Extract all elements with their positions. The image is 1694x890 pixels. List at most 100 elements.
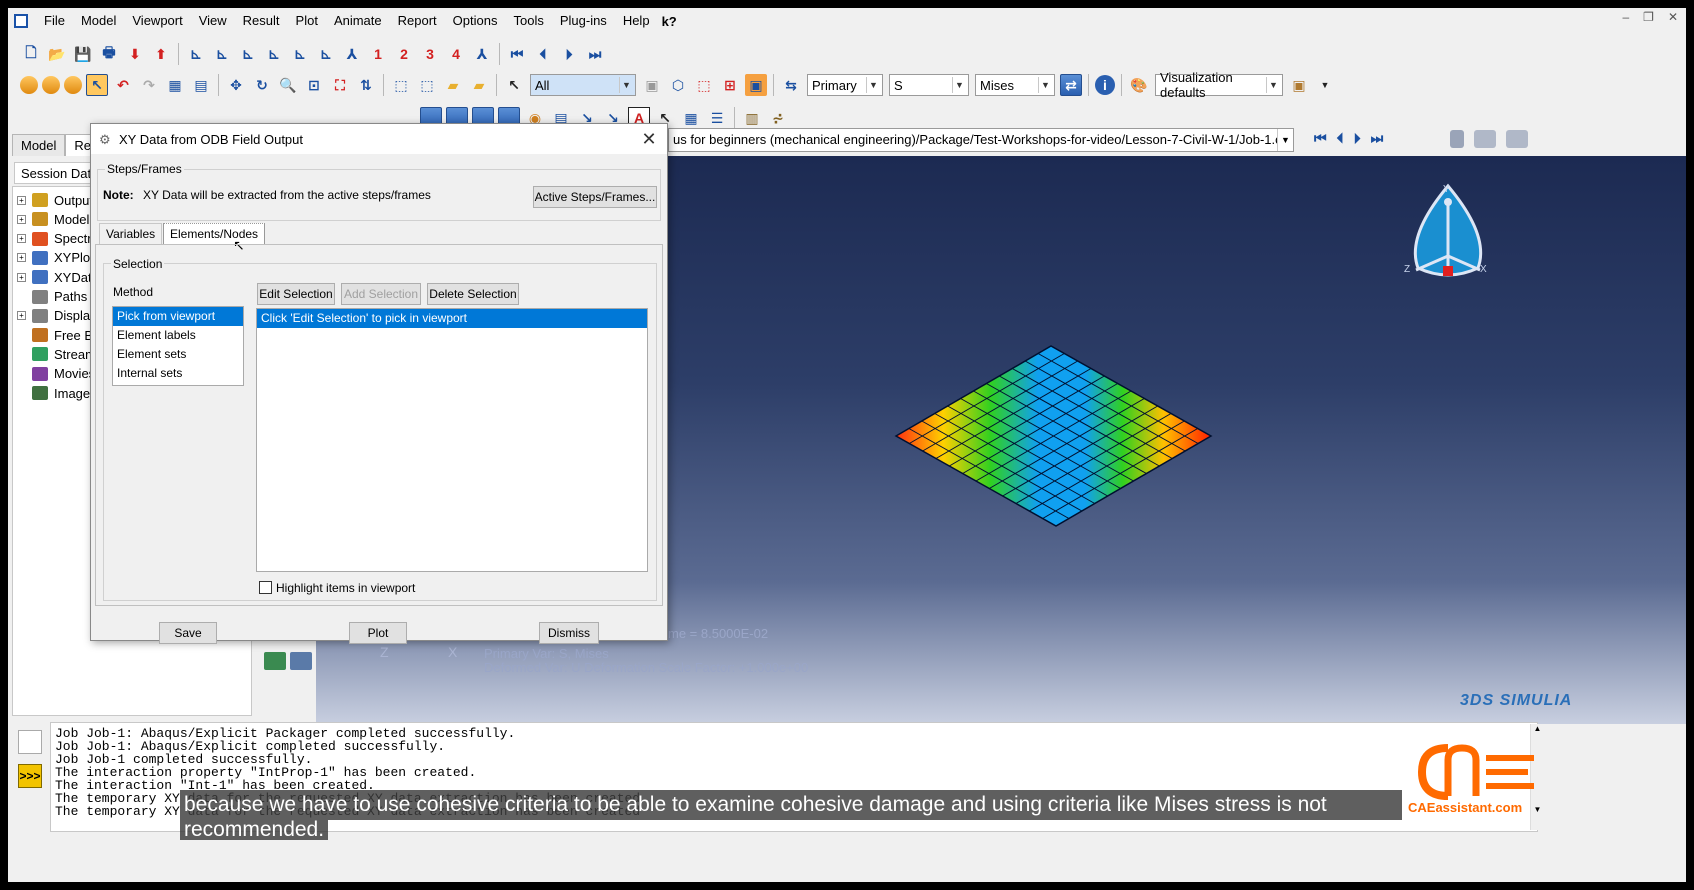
view-3-button[interactable]: 3 bbox=[419, 43, 441, 65]
tree-item[interactable]: + Display bbox=[17, 307, 97, 325]
select-arrow-icon[interactable]: ↖ bbox=[503, 74, 525, 96]
create-display-group-icon[interactable]: ⬚ bbox=[693, 74, 715, 96]
magnify-icon[interactable]: 🔍 bbox=[277, 74, 299, 96]
layers-icon[interactable] bbox=[264, 652, 286, 670]
kernel-command-icon[interactable]: >>> bbox=[18, 764, 42, 788]
menu-plot[interactable]: Plot bbox=[288, 10, 326, 32]
tree-item[interactable]: + XYPlots bbox=[17, 249, 100, 267]
wireframe-icon[interactable]: ⬚ bbox=[390, 74, 412, 96]
close-window-icon[interactable]: ✕ bbox=[1668, 10, 1678, 24]
tree-item[interactable]: + XYData bbox=[17, 268, 99, 286]
method-option[interactable]: Pick from viewport bbox=[113, 307, 243, 326]
hidden-line-icon[interactable]: ⬚ bbox=[416, 74, 438, 96]
tree-item[interactable]: Images bbox=[17, 384, 97, 402]
sync-icon[interactable]: ⇄ bbox=[1060, 74, 1082, 96]
tab-model[interactable]: Model bbox=[12, 134, 66, 156]
table-icon[interactable]: ▤ bbox=[190, 74, 212, 96]
menu-report[interactable]: Report bbox=[390, 10, 445, 32]
tree-item[interactable]: Movies bbox=[17, 365, 95, 383]
flip-icon[interactable]: ⇅ bbox=[355, 74, 377, 96]
whats-this-icon[interactable]: k? bbox=[662, 14, 677, 29]
view-zx-icon[interactable]: ⊾ bbox=[289, 43, 311, 65]
pick-tool-icon[interactable]: ↖ bbox=[86, 74, 108, 96]
prev-odb-icon[interactable]: ⏴ bbox=[1337, 130, 1344, 147]
undo-icon[interactable]: ↶ bbox=[112, 74, 134, 96]
view-cut-icon[interactable]: ▣ bbox=[1288, 74, 1310, 96]
axis-icon[interactable]: ⅄ bbox=[471, 43, 493, 65]
view-cut-dropdown-icon[interactable]: ▼ bbox=[1314, 74, 1336, 96]
method-option[interactable]: Element sets bbox=[113, 345, 243, 364]
new-file-icon[interactable]: 🗋 bbox=[20, 43, 42, 65]
dialog-titlebar[interactable]: ⚙ XY Data from ODB Field Output bbox=[91, 124, 667, 154]
movie-camera-icon[interactable] bbox=[1506, 130, 1528, 148]
view-2-button[interactable]: 2 bbox=[393, 43, 415, 65]
view-4-button[interactable]: 4 bbox=[445, 43, 467, 65]
tree-item[interactable]: Free Bo bbox=[17, 326, 100, 344]
palette-icon[interactable]: 🎨 bbox=[1128, 74, 1150, 96]
fit-view-icon[interactable]: ⛶ bbox=[329, 74, 351, 96]
tree-item[interactable]: + Spectru bbox=[17, 230, 99, 248]
expand-icon[interactable]: + bbox=[17, 311, 26, 321]
annotation-options-icon[interactable]: ☰ bbox=[706, 107, 728, 129]
export-icon[interactable]: ⬆ bbox=[150, 43, 172, 65]
rotate-icon[interactable]: ↻ bbox=[251, 74, 273, 96]
dismiss-button[interactable]: Dismiss bbox=[539, 622, 599, 644]
display-group-icon[interactable]: ⬡ bbox=[667, 74, 689, 96]
field-invariant-combo[interactable]: Mises ▼ bbox=[975, 74, 1055, 96]
view-iso-icon[interactable]: ⅄ bbox=[341, 43, 363, 65]
field-variable-combo[interactable]: S ▼ bbox=[889, 74, 969, 96]
first-odb-icon[interactable]: ⏮ bbox=[1314, 130, 1327, 147]
active-steps-frames-button[interactable]: Active Steps/Frames... bbox=[533, 186, 657, 208]
redo-icon[interactable]: ↷ bbox=[138, 74, 160, 96]
grid-table-icon[interactable] bbox=[290, 652, 312, 670]
first-frame-icon[interactable]: ⏮ bbox=[506, 43, 528, 65]
view-zy-icon[interactable]: ⊾ bbox=[263, 43, 285, 65]
menu-view[interactable]: View bbox=[191, 10, 235, 32]
view-yz-icon[interactable]: ⊾ bbox=[237, 43, 259, 65]
import-icon[interactable]: ⬇ bbox=[124, 43, 146, 65]
render-icon[interactable] bbox=[20, 76, 38, 94]
selection-filter-combo[interactable]: All ▼ bbox=[530, 74, 636, 96]
filled-icon[interactable]: ▰ bbox=[442, 74, 464, 96]
expand-icon[interactable]: + bbox=[17, 214, 26, 224]
query-icon[interactable]: ▦ bbox=[164, 74, 186, 96]
ruler-create-icon[interactable]: ⩫ bbox=[767, 107, 789, 129]
close-icon[interactable]: ✕ bbox=[639, 129, 659, 150]
add-selection-button[interactable]: Add Selection bbox=[341, 283, 421, 305]
view-1-button[interactable]: 1 bbox=[367, 43, 389, 65]
last-frame-icon[interactable]: ⏭ bbox=[584, 43, 606, 65]
save-button[interactable]: Save bbox=[159, 622, 217, 644]
last-odb-icon[interactable]: ⏭ bbox=[1371, 130, 1384, 147]
plot-button[interactable]: Plot bbox=[349, 622, 407, 644]
next-odb-icon[interactable]: ⏵ bbox=[1354, 130, 1361, 147]
tab-elements-nodes[interactable]: Elements/Nodes bbox=[163, 223, 266, 244]
method-option[interactable]: Element labels bbox=[113, 326, 243, 345]
app-icon[interactable] bbox=[14, 14, 28, 28]
previous-frame-icon[interactable]: ⏴ bbox=[532, 43, 554, 65]
tree-item[interactable]: Paths bbox=[17, 288, 87, 306]
camera-icon[interactable] bbox=[1474, 130, 1496, 148]
menu-options[interactable]: Options bbox=[445, 10, 506, 32]
field-output-icon[interactable]: ⇆ bbox=[780, 74, 802, 96]
view-xz-icon[interactable]: ⊾ bbox=[315, 43, 337, 65]
edit-selection-button[interactable]: Edit Selection bbox=[257, 283, 335, 305]
annotation-list-icon[interactable]: ▦ bbox=[680, 107, 702, 129]
delete-selection-button[interactable]: Delete Selection bbox=[427, 283, 519, 305]
menu-plugins[interactable]: Plug-ins bbox=[552, 10, 615, 32]
menu-file[interactable]: File bbox=[36, 10, 73, 32]
minimize-icon[interactable]: – bbox=[1622, 10, 1629, 24]
render-sphere-icon[interactable] bbox=[64, 76, 82, 94]
selection-list-item[interactable]: Click 'Edit Selection' to pick in viewpo… bbox=[257, 309, 647, 328]
save-file-icon[interactable]: 💾 bbox=[72, 43, 94, 65]
expand-icon[interactable]: + bbox=[17, 195, 26, 205]
highlight-checkbox[interactable] bbox=[259, 581, 272, 594]
menu-help[interactable]: Help bbox=[615, 10, 658, 32]
menu-animate[interactable]: Animate bbox=[326, 10, 390, 32]
expand-icon[interactable]: + bbox=[17, 272, 26, 282]
expand-icon[interactable]: + bbox=[17, 234, 26, 244]
menu-model[interactable]: Model bbox=[73, 10, 124, 32]
shaded-icon[interactable]: ▰ bbox=[468, 74, 490, 96]
tree-item[interactable]: + Output bbox=[17, 191, 93, 209]
view-yx-icon[interactable]: ⊾ bbox=[211, 43, 233, 65]
pan-icon[interactable]: ✥ bbox=[225, 74, 247, 96]
